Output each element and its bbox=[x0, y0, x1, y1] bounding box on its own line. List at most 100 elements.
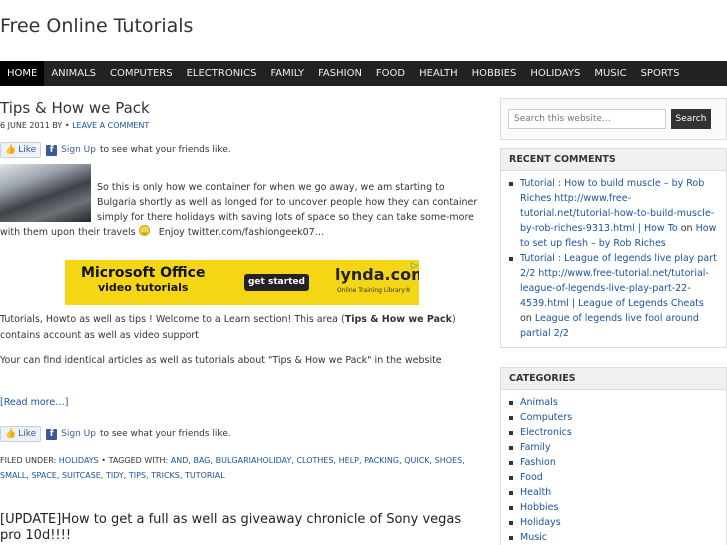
ad-line1: Microsoft Office bbox=[81, 265, 206, 281]
nav-item-health[interactable]: HEALTH bbox=[412, 61, 465, 86]
category-link[interactable]: Computers bbox=[520, 412, 572, 423]
comment-on: on bbox=[520, 313, 532, 324]
tag-link[interactable]: tips bbox=[129, 471, 146, 480]
category-link[interactable]: Health bbox=[520, 487, 551, 498]
facebook-icon: f bbox=[46, 144, 58, 156]
category-link[interactable]: Family bbox=[520, 442, 551, 453]
tag-link[interactable]: tidy bbox=[106, 471, 124, 480]
fb-like-text: to see what your friends like. bbox=[99, 145, 231, 155]
post-meta: 6 June 2011 by • Leave a Comment bbox=[0, 121, 149, 130]
category-item: Family bbox=[509, 440, 718, 455]
tag-link[interactable]: small bbox=[0, 471, 26, 480]
read-more-link[interactable]: [Read more…] bbox=[0, 397, 68, 408]
tag-link[interactable]: bulgariaholiday bbox=[216, 456, 292, 465]
tag-link[interactable]: and bbox=[171, 456, 189, 465]
nav-item-holidays[interactable]: HOLIDAYS bbox=[523, 61, 587, 86]
category-link[interactable]: Animals bbox=[520, 397, 558, 408]
ad-text: Microsoft Office video tutorials bbox=[81, 265, 205, 295]
ad-cta-button[interactable]: get started bbox=[244, 274, 309, 291]
nav-item-family[interactable]: FAMILY bbox=[263, 61, 311, 86]
post-intro: So this is only how we container for whe… bbox=[0, 180, 482, 240]
main-nav: HOME ANIMALS COMPUTERS ELECTRONICS FAMIL… bbox=[0, 61, 727, 86]
recent-comments-title: Recent Comments bbox=[501, 149, 726, 171]
tag-link[interactable]: help bbox=[339, 456, 359, 465]
category-link[interactable]: Electronics bbox=[520, 427, 572, 438]
p1-bold: Tips & How we Pack bbox=[344, 314, 452, 325]
nav-item-animals[interactable]: ANIMALS bbox=[44, 61, 103, 86]
post-date: 6 June 2011 bbox=[0, 121, 50, 130]
category-link[interactable]: Music bbox=[520, 532, 547, 543]
nav-item-food[interactable]: FOOD bbox=[369, 61, 412, 86]
fb-like-text: to see what your friends like. bbox=[99, 429, 231, 439]
category-item: Electronics bbox=[509, 425, 718, 440]
nav-item-music[interactable]: MUSIC bbox=[587, 61, 633, 86]
post-title[interactable]: Tips & How we Pack bbox=[0, 99, 150, 117]
tag-link[interactable]: packing bbox=[364, 456, 399, 465]
categories-title: Categories bbox=[501, 368, 726, 390]
fb-like-button[interactable]: 👍 Like bbox=[0, 426, 42, 442]
category-item: Food bbox=[509, 470, 718, 485]
category-link[interactable]: Holidays bbox=[59, 456, 99, 465]
nav-item-electronics[interactable]: ELECTRONICS bbox=[180, 61, 264, 86]
recent-comments-widget: Recent Comments Tutorial : How to build … bbox=[500, 148, 727, 348]
category-item: Animals bbox=[509, 395, 718, 410]
post-paragraph-2: Your can find identical articles as well… bbox=[0, 355, 442, 366]
ad-choices-icon[interactable]: ▷ bbox=[411, 261, 418, 271]
facebook-icon: f bbox=[46, 428, 58, 440]
nav-item-hobbies[interactable]: HOBBIES bbox=[465, 61, 524, 86]
category-link[interactable]: Fashion bbox=[520, 457, 556, 468]
fb-like-button[interactable]: 👍 Like bbox=[0, 142, 42, 158]
fb-signup-link[interactable]: Sign Up bbox=[61, 429, 96, 439]
ad-banner[interactable]: Microsoft Office video tutorials get sta… bbox=[65, 260, 419, 305]
site-title[interactable]: Free Online Tutorials bbox=[0, 15, 193, 37]
search-input[interactable] bbox=[508, 109, 666, 129]
comment-on: on bbox=[680, 223, 693, 234]
leave-comment-link[interactable]: Leave a Comment bbox=[72, 121, 149, 130]
p1-before: Tutorials, Howto as well as tips ! Welco… bbox=[0, 314, 345, 325]
tag-link[interactable]: bag bbox=[193, 456, 210, 465]
main-content: Tips & How we Pack 6 June 2011 by • Leav… bbox=[0, 86, 482, 545]
thumbs-up-icon: 👍 bbox=[5, 145, 17, 155]
fb-like-label: Like bbox=[18, 429, 37, 439]
filed-under-label: Filed Under: bbox=[0, 456, 57, 465]
category-link[interactable]: Holidays bbox=[520, 517, 561, 528]
comment-author-link[interactable]: Tutorial : League of legends live play p… bbox=[520, 253, 717, 309]
fb-signup-link[interactable]: Sign Up bbox=[61, 145, 96, 155]
categories-widget: Categories Animals Computers Electronics… bbox=[500, 367, 727, 545]
recent-comment-item: Tutorial : How to build muscle – by Rob … bbox=[509, 176, 718, 251]
tag-link[interactable]: shoes bbox=[435, 456, 463, 465]
ad-tagline: Online Training Library® bbox=[337, 287, 411, 294]
category-item: Hobbies bbox=[509, 500, 718, 515]
smiley-icon bbox=[138, 225, 150, 236]
category-item: Fashion bbox=[509, 455, 718, 470]
tagged-with-label: Tagged With: bbox=[108, 456, 169, 465]
comment-post-link[interactable]: League of legends live fool around parti… bbox=[520, 313, 699, 339]
tag-link[interactable]: space bbox=[31, 471, 56, 480]
tag-link[interactable]: tricks bbox=[151, 471, 180, 480]
category-link[interactable]: Hobbies bbox=[520, 502, 558, 513]
tag-link[interactable]: clothes bbox=[296, 456, 333, 465]
post2-title[interactable]: [UPDATE]How to get a full as well as giv… bbox=[0, 512, 482, 544]
nav-item-sports[interactable]: SPORTS bbox=[634, 61, 687, 86]
tag-link[interactable]: quick bbox=[404, 456, 429, 465]
post-footer-meta: Filed Under: Holidays • Tagged With: and… bbox=[0, 456, 465, 480]
fb-like-label: Like bbox=[18, 145, 37, 155]
nav-item-fashion[interactable]: FASHION bbox=[311, 61, 369, 86]
nav-item-home[interactable]: HOME bbox=[0, 61, 45, 86]
post-intro-end: Enjoy twitter.com/fashiongeek07… bbox=[158, 227, 325, 238]
fb-like-bar-bottom: 👍 Like f Sign Up to see what your friend… bbox=[0, 426, 231, 442]
fb-like-bar-top: 👍 Like f Sign Up to see what your friend… bbox=[0, 142, 231, 158]
search-button[interactable]: Search bbox=[671, 109, 711, 129]
nav-item-computers[interactable]: COMPUTERS bbox=[103, 61, 180, 86]
ad-brand: lynda.com bbox=[335, 265, 419, 284]
recent-comment-item: Tutorial : League of legends live play p… bbox=[509, 251, 718, 341]
ad-line2: video tutorials bbox=[97, 281, 189, 294]
post-by: by bbox=[52, 121, 63, 130]
category-item: Computers bbox=[509, 410, 718, 425]
category-link[interactable]: Food bbox=[520, 472, 543, 483]
category-item: Holidays bbox=[509, 515, 718, 530]
category-item: Health bbox=[509, 485, 718, 500]
tag-link[interactable]: suitcase bbox=[62, 471, 101, 480]
tag-link[interactable]: tutorial bbox=[185, 471, 225, 480]
post-paragraph-1: Tutorials, Howto as well as tips ! Welco… bbox=[0, 312, 482, 344]
